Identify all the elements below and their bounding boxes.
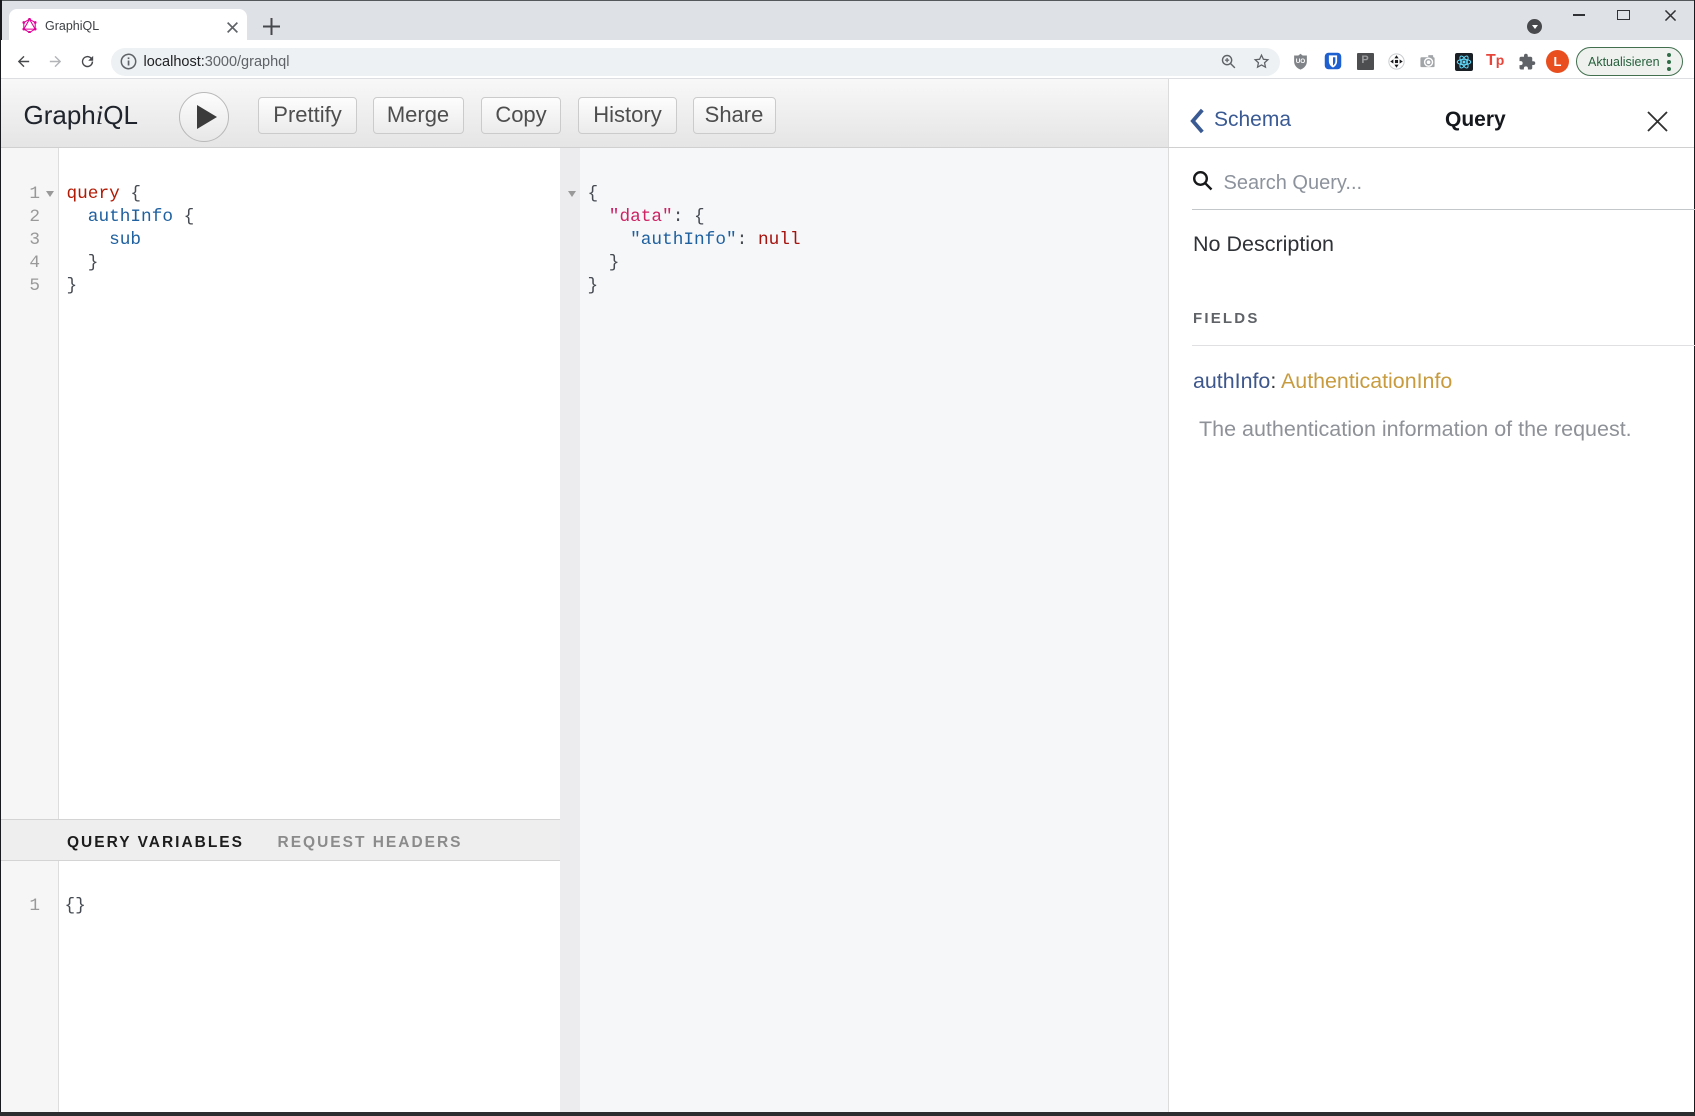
- svg-text:UO: UO: [1296, 58, 1306, 65]
